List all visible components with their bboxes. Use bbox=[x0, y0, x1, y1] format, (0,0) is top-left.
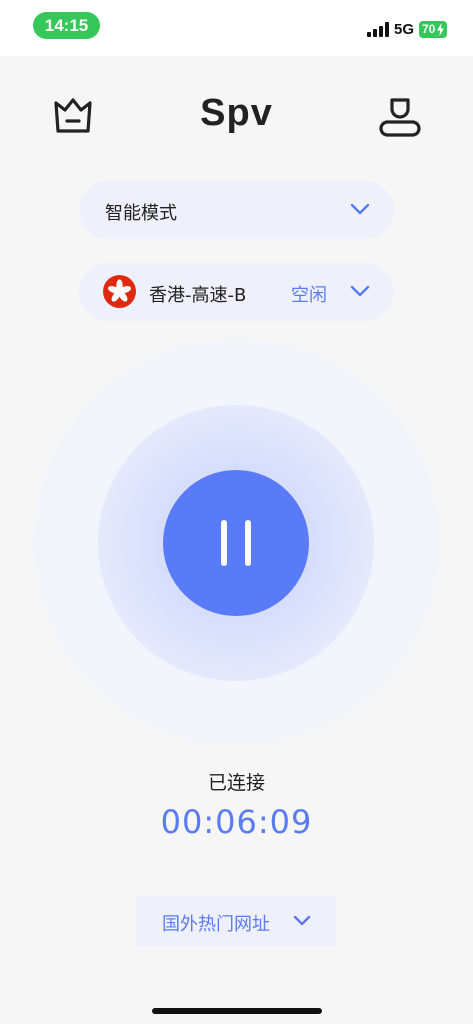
chevron-down-icon bbox=[293, 915, 311, 926]
status-bar: 14:15 5G 70 bbox=[0, 0, 473, 56]
hong-kong-flag-icon bbox=[103, 275, 136, 308]
status-time: 14:15 bbox=[33, 12, 100, 39]
chevron-down-icon bbox=[350, 203, 370, 215]
mode-selector[interactable]: 智能模式 bbox=[79, 181, 394, 239]
popular-sites-label: 国外热门网址 bbox=[162, 914, 270, 935]
mode-label: 智能模式 bbox=[105, 203, 177, 224]
connection-timer: 00:06:09 bbox=[160, 803, 313, 841]
home-indicator[interactable] bbox=[152, 1008, 322, 1014]
server-selector[interactable]: 香港-高速-B 空闲 bbox=[79, 263, 394, 321]
battery-level: 70 bbox=[422, 22, 436, 36]
connect-toggle-button[interactable] bbox=[163, 470, 309, 616]
connection-status: 已连接 bbox=[207, 772, 265, 794]
chevron-down-icon bbox=[350, 285, 370, 297]
user-icon[interactable] bbox=[378, 96, 422, 138]
popular-sites-button[interactable]: 国外热门网址 bbox=[136, 896, 336, 946]
server-status: 空闲 bbox=[291, 285, 327, 306]
server-name: 香港-高速-B bbox=[149, 285, 247, 306]
network-type: 5G bbox=[394, 21, 415, 38]
pause-icon bbox=[221, 520, 251, 566]
battery-indicator: 70 bbox=[419, 21, 447, 38]
cellular-signal-icon bbox=[367, 22, 389, 37]
charging-bolt-icon bbox=[437, 23, 444, 36]
